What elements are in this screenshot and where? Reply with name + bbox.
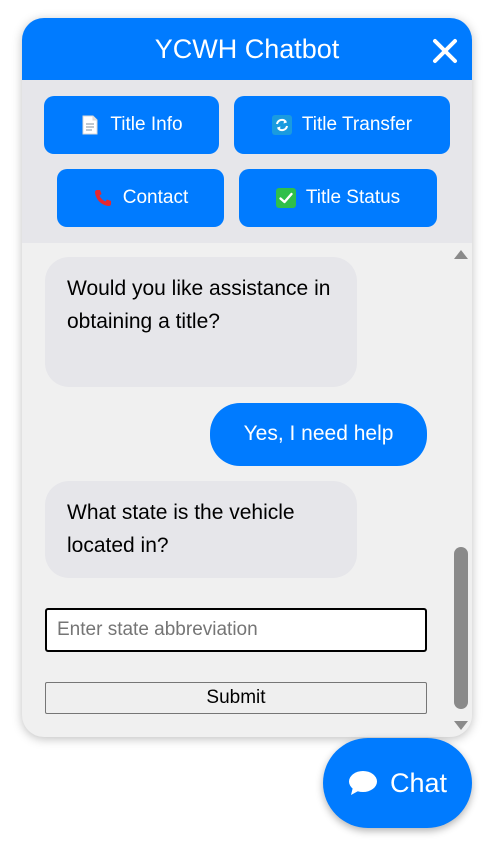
title-status-label: Title Status bbox=[305, 187, 401, 208]
quick-actions: Title Info Title Transfer Contact Title … bbox=[22, 80, 472, 243]
title-transfer-button[interactable]: Title Transfer bbox=[234, 96, 450, 154]
scroll-thumb[interactable] bbox=[454, 547, 468, 709]
state-input[interactable] bbox=[45, 608, 427, 652]
chat-launcher-label: Chat bbox=[389, 767, 448, 798]
phone-icon bbox=[93, 188, 113, 208]
bot-message: What state is the vehicle located in? bbox=[45, 481, 357, 578]
submit-button[interactable]: Submit bbox=[45, 682, 427, 714]
chat-title: YCWH Chatbot bbox=[154, 34, 340, 64]
scroll-down-arrow-icon[interactable] bbox=[454, 721, 468, 730]
scroll-up-arrow-icon[interactable] bbox=[454, 250, 468, 259]
title-info-button[interactable]: Title Info bbox=[44, 96, 219, 154]
document-icon bbox=[80, 115, 100, 135]
chat-launcher-button[interactable]: Chat bbox=[323, 738, 472, 828]
checkmark-icon bbox=[275, 188, 296, 208]
contact-label: Contact bbox=[122, 187, 189, 208]
close-icon[interactable] bbox=[431, 37, 459, 65]
title-info-label: Title Info bbox=[110, 114, 183, 135]
message-list: Would you like assistance in obtaining a… bbox=[22, 243, 449, 737]
bot-message: Would you like assistance in obtaining a… bbox=[45, 257, 357, 387]
title-transfer-label: Title Transfer bbox=[301, 114, 413, 135]
contact-button[interactable]: Contact bbox=[57, 169, 224, 227]
chat-window: YCWH Chatbot Title Info Title Transfer C… bbox=[22, 18, 472, 737]
scrollbar[interactable] bbox=[451, 243, 472, 737]
speech-bubble-icon bbox=[348, 770, 378, 796]
user-message: Yes, I need help bbox=[210, 403, 427, 466]
transfer-icon bbox=[271, 115, 292, 135]
title-status-button[interactable]: Title Status bbox=[239, 169, 437, 227]
chat-header: YCWH Chatbot bbox=[22, 18, 472, 80]
